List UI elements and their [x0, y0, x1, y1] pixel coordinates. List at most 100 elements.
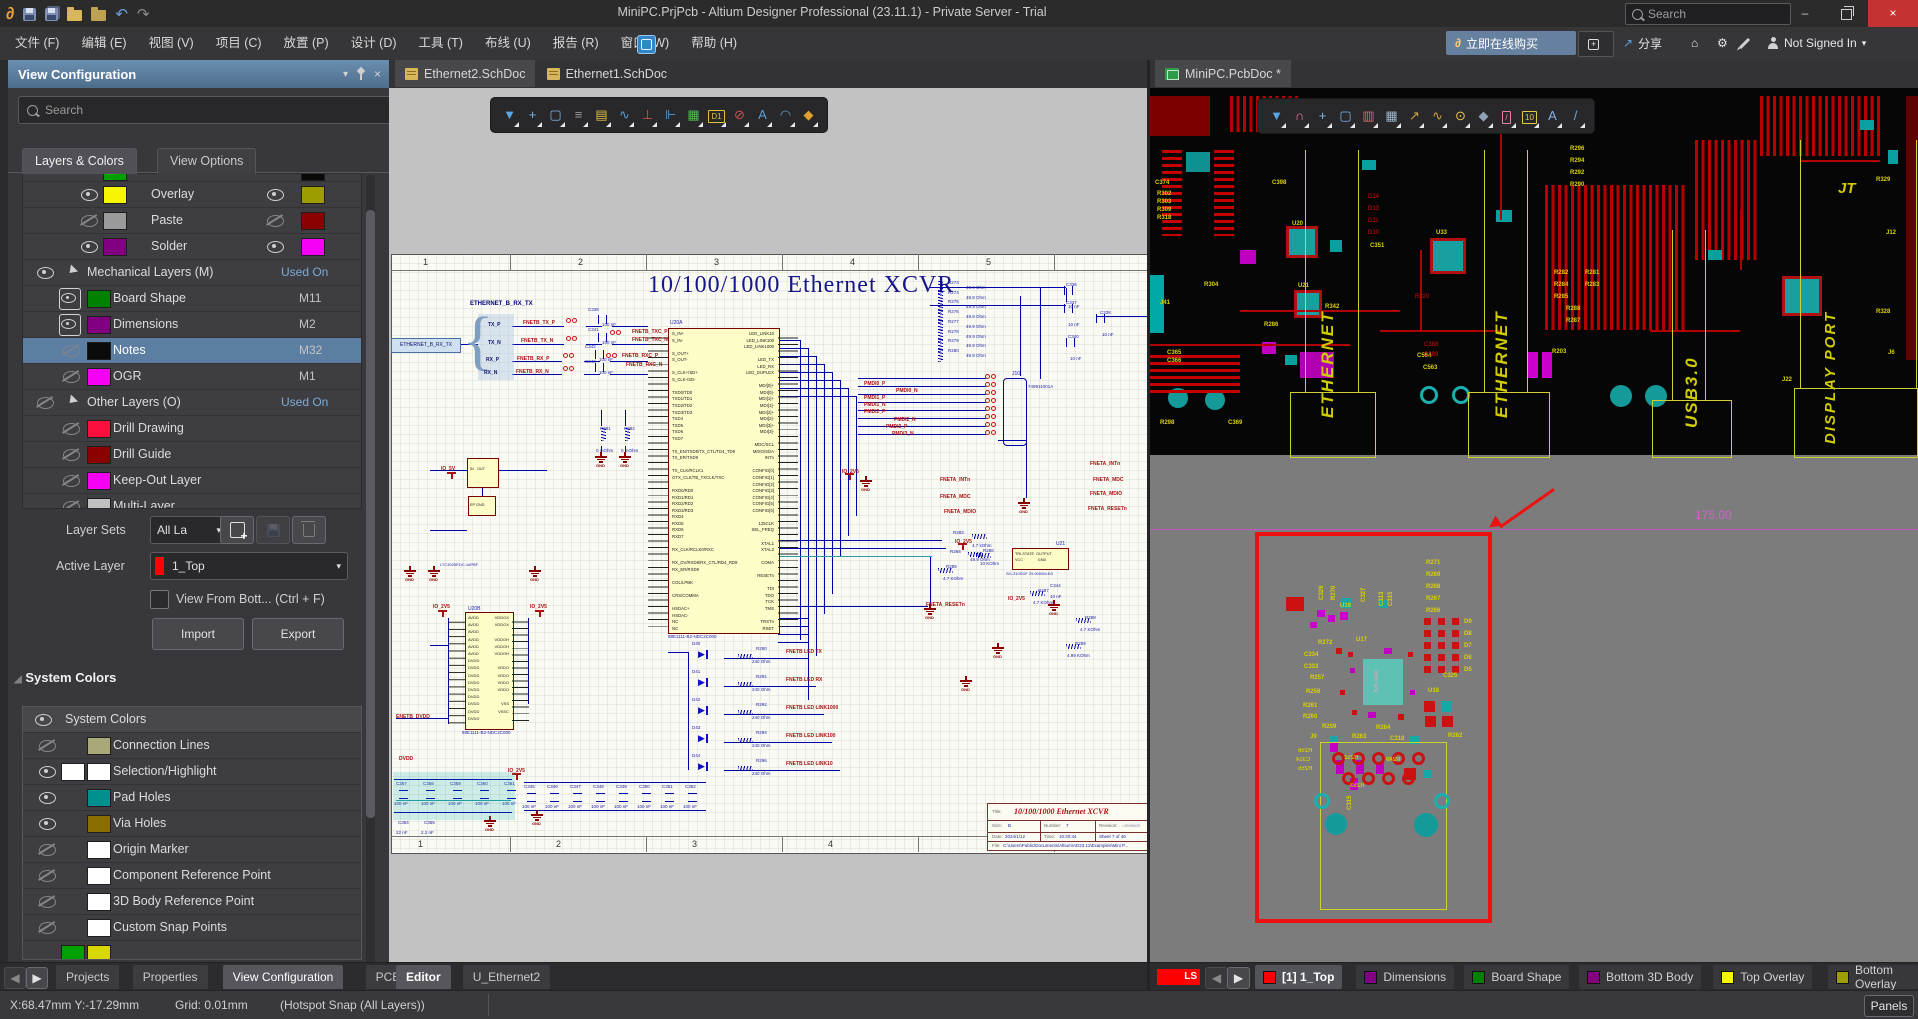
delete-layer-set-button[interactable]	[292, 516, 326, 544]
toolbar-icon-◆[interactable]: ◆	[1473, 103, 1494, 129]
open-icon[interactable]	[67, 10, 82, 21]
eye-icon[interactable]	[37, 267, 54, 279]
pcb-layer-tab-bottom-3d-body[interactable]: Bottom 3D Body	[1579, 965, 1701, 989]
editor-tab-editor[interactable]: Editor	[396, 965, 451, 989]
panel-tab-properties[interactable]: Properties	[133, 965, 208, 989]
color-swatch[interactable]	[61, 763, 85, 781]
toolbar-icon-∿[interactable]: ∿	[1427, 103, 1448, 129]
pcb-layer-tab--1-1-top[interactable]: [1] 1_Top	[1255, 965, 1342, 989]
toolbar-icon-≡[interactable]: ≡	[568, 102, 589, 128]
minimize-button[interactable]: –	[1786, 0, 1824, 27]
color-swatch[interactable]	[87, 893, 111, 911]
restore-button[interactable]	[1826, 0, 1866, 27]
panel-search-input[interactable]: Search	[18, 96, 394, 124]
system-color-row[interactable]: Pad Holes	[23, 785, 361, 811]
color-swatch[interactable]	[103, 186, 127, 204]
color-swatch[interactable]	[87, 815, 111, 833]
layer-set-chip[interactable]: LS	[1157, 969, 1200, 985]
eye-hidden-icon[interactable]	[63, 371, 80, 383]
eye-hidden-icon[interactable]	[39, 844, 56, 856]
color-swatch[interactable]	[87, 472, 111, 490]
layer-row[interactable]: Solder	[23, 234, 361, 260]
color-swatch[interactable]	[87, 420, 111, 438]
annotate-pen-icon[interactable]	[1734, 31, 1760, 55]
menu-放[interactable]: 放置 (P)	[273, 27, 340, 59]
toolbar-icon-∩[interactable]: ∩	[1289, 103, 1310, 129]
eye-hidden-icon[interactable]	[63, 475, 80, 487]
eye-boxed-icon[interactable]	[59, 314, 81, 336]
toolbar-icon-A[interactable]: A	[752, 102, 773, 128]
sign-in-button[interactable]: Not Signed In▾	[1758, 31, 1875, 55]
gear-icon[interactable]: ⚙	[1708, 31, 1734, 55]
color-swatch[interactable]	[87, 789, 111, 807]
eye-visible-icon[interactable]	[35, 714, 52, 726]
redo-icon[interactable]: ↷	[137, 5, 150, 23]
eye-visible-icon[interactable]	[81, 241, 98, 253]
pin-icon[interactable]	[356, 67, 366, 81]
system-color-row[interactable]: Via Holes	[23, 811, 361, 837]
eye-hidden-icon[interactable]	[63, 423, 80, 435]
used-on-filter[interactable]: Used On	[281, 265, 328, 279]
menu-项[interactable]: 项目 (C)	[205, 27, 273, 59]
toolbar-icon-↗[interactable]: ↗	[1404, 103, 1425, 129]
panels-button[interactable]: Panels	[1864, 995, 1914, 1017]
system-color-row[interactable]: Origin Marker	[23, 837, 361, 863]
toolbar-icon-/[interactable]: /	[1496, 103, 1517, 129]
open-project-icon[interactable]	[91, 10, 106, 21]
toolbar-icon-▦[interactable]: ▦	[1381, 103, 1402, 129]
toolbar-icon-▥[interactable]: ▥	[1358, 103, 1379, 129]
save-icon[interactable]	[23, 8, 36, 21]
layers-scroll-left[interactable]: ◀	[1205, 967, 1228, 989]
menu-编[interactable]: 编辑 (E)	[70, 27, 137, 59]
save-layer-set-button[interactable]	[256, 516, 290, 544]
toolbar-icon-▼[interactable]: ▼	[1266, 103, 1287, 129]
toolbar-icon-+[interactable]: +	[522, 102, 543, 128]
color-swatch[interactable]	[87, 841, 111, 859]
active-layer-dropdown[interactable]: 1_Top▾	[150, 552, 348, 580]
system-color-row[interactable]: Custom Snap Points	[23, 915, 361, 941]
eye-hidden-icon[interactable]	[39, 922, 56, 934]
menu-报[interactable]: 报告 (R)	[542, 27, 610, 59]
color-swatch[interactable]	[301, 212, 325, 230]
used-on-filter[interactable]: Used On	[281, 395, 328, 409]
color-swatch[interactable]	[87, 368, 111, 386]
color-swatch[interactable]	[301, 186, 325, 204]
eye-hidden-icon[interactable]	[39, 870, 56, 882]
panel-scrollbar-thumb[interactable]	[366, 210, 375, 818]
color-swatch[interactable]	[87, 290, 111, 308]
layer-row[interactable]: Keep-Out Layer	[23, 468, 361, 494]
expand-triangle-icon[interactable]	[66, 264, 78, 276]
editor-tab-u_ethernet2[interactable]: U_Ethernet2	[463, 965, 550, 989]
color-swatch[interactable]	[103, 212, 127, 230]
toolbar-icon-/[interactable]: /	[1565, 103, 1586, 129]
layer-row[interactable]: Drill Drawing	[23, 416, 361, 442]
toolbar-icon-+[interactable]: +	[1312, 103, 1333, 129]
layer-row[interactable]: DimensionsM2	[23, 312, 361, 338]
home-button[interactable]: ⌂	[1682, 31, 1708, 55]
layer-row[interactable]: Overlay	[23, 182, 361, 208]
layer-row[interactable]: Board ShapeM11	[23, 286, 361, 312]
toolbar-icon-▼[interactable]: ▼	[499, 102, 520, 128]
layer-sets-dropdown[interactable]: All La▾	[150, 516, 228, 544]
layer-row[interactable]: Multi-Layer	[23, 494, 361, 509]
sheet-port[interactable]: ETHERNET_B_RX_TX	[391, 338, 461, 353]
layer-row[interactable]: Paste	[23, 208, 361, 234]
pcb-layer-tab-top-overlay[interactable]: Top Overlay	[1713, 965, 1812, 989]
dxp-icon[interactable]	[637, 35, 656, 54]
connector-j10[interactable]	[1003, 378, 1027, 446]
tab-layers-colors[interactable]: Layers & Colors	[22, 148, 137, 174]
layer-row[interactable]: Mechanical Layers (M)Used On	[23, 260, 361, 286]
expand-triangle-icon[interactable]	[66, 394, 78, 406]
eye-visible-icon[interactable]	[39, 792, 56, 804]
toolbar-icon-D1[interactable]: D1	[706, 102, 727, 128]
add-layer-set-button[interactable]	[220, 516, 254, 544]
splitter[interactable]	[1147, 60, 1150, 990]
system-colors-header[interactable]: ◢ System Colors	[14, 670, 116, 685]
color-swatch[interactable]	[87, 763, 111, 781]
view-from-bottom-checkbox[interactable]	[150, 590, 169, 609]
pcb-doc-tab[interactable]: MiniPC.PcbDoc *	[1155, 60, 1291, 87]
pcb-layer-tab-bottom-overlay[interactable]: Bottom Overlay	[1828, 965, 1918, 989]
eye-hidden-icon[interactable]	[81, 215, 98, 227]
doc-tab-ethernet2-schdoc[interactable]: Ethernet2.SchDoc	[395, 60, 535, 87]
toolbar-icon-⊙[interactable]: ⊙	[1450, 103, 1471, 129]
